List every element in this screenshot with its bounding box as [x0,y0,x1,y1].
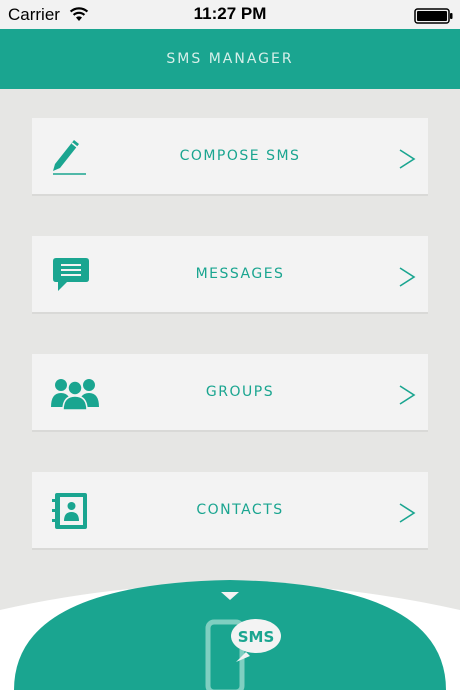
menu-item-label: GROUPS [205,384,275,400]
page-title: SMS MANAGER [166,51,294,67]
bottom-arc [0,580,460,690]
menu-item-label: COMPOSE SMS [179,148,301,164]
speech-bubble-icon [53,258,89,291]
status-bar: Carrier 11:27 PM [0,0,460,29]
chevron-right-icon [399,267,416,287]
menu-item-compose-sms[interactable]: COMPOSE SMS [32,118,428,196]
nav-bar: SMS MANAGER [0,29,460,89]
bottom-panel: SMS [0,570,460,690]
menu-item-contacts[interactable]: CONTACTS [32,472,428,550]
menu-item-label: MESSAGES [195,266,285,282]
menu-item-groups[interactable]: GROUPS [32,354,428,432]
chevron-right-icon [399,503,416,523]
address-book-icon [52,493,87,529]
sms-badge: SMS [237,628,275,646]
chevron-right-icon [399,385,416,405]
chevron-right-icon [399,149,416,169]
pencil-icon [53,140,86,175]
menu-item-label: CONTACTS [196,502,284,518]
menu-item-messages[interactable]: MESSAGES [32,236,428,314]
status-time: 11:27 PM [193,4,267,23]
battery-icon [414,8,453,24]
